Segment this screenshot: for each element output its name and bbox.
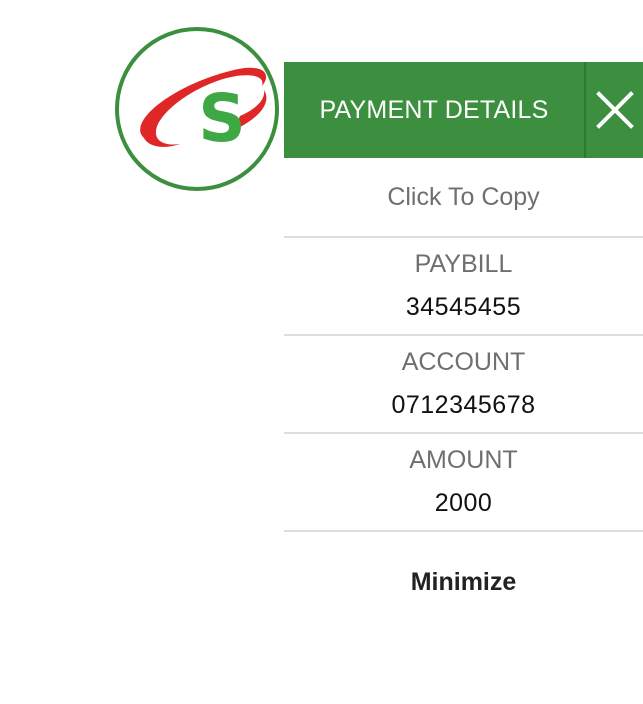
amount-field[interactable]: AMOUNT 2000	[284, 434, 643, 532]
field-label: ACCOUNT	[401, 348, 526, 376]
paybill-field[interactable]: PAYBILL 34545455	[284, 238, 643, 336]
screen: S PAYMENT DETAILS Click To Copy PAYBILL …	[0, 0, 643, 704]
logo-letter: S	[198, 80, 246, 157]
minimize-button[interactable]: Minimize	[284, 532, 643, 632]
account-value[interactable]: 0712345678	[391, 391, 535, 420]
click-to-copy-hint: Click To Copy	[284, 158, 643, 238]
field-label: PAYBILL	[414, 250, 513, 278]
close-icon	[595, 91, 634, 129]
app-logo[interactable]: S	[114, 26, 280, 192]
paybill-value[interactable]: 34545455	[406, 293, 521, 322]
amount-value[interactable]: 2000	[435, 489, 493, 518]
close-button[interactable]	[584, 62, 643, 158]
field-label: AMOUNT	[409, 446, 518, 474]
payment-details-panel: PAYMENT DETAILS Click To Copy PAYBILL 34…	[284, 62, 643, 632]
account-field[interactable]: ACCOUNT 0712345678	[284, 336, 643, 434]
panel-header: PAYMENT DETAILS	[284, 62, 643, 158]
panel-title: PAYMENT DETAILS	[319, 95, 549, 124]
